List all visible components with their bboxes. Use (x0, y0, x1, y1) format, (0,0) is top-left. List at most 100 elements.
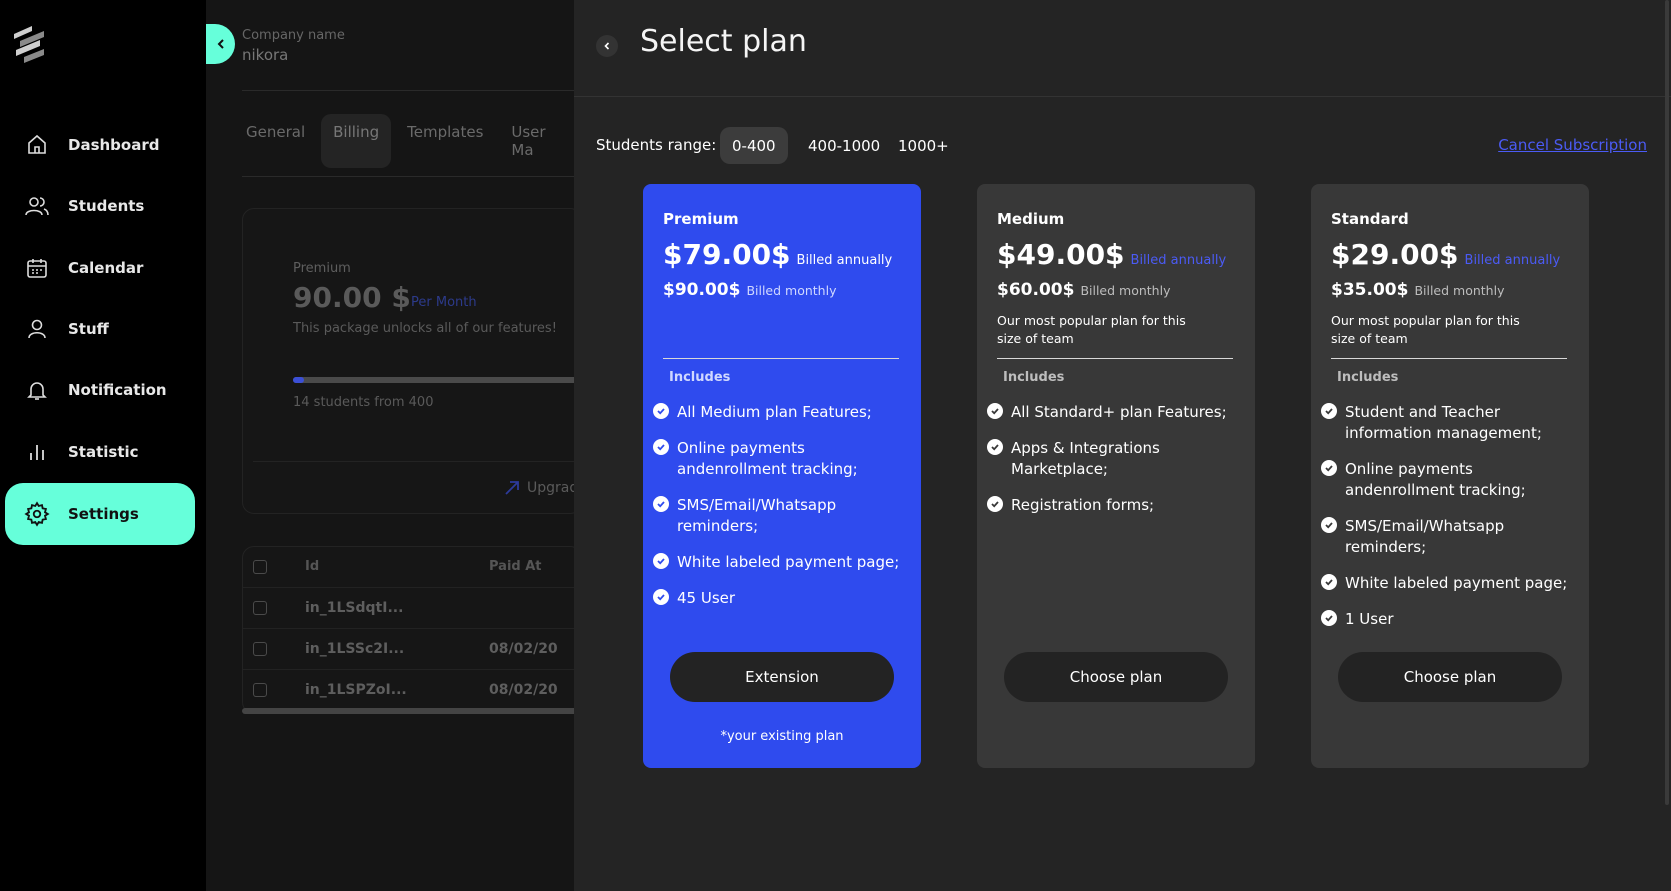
check-icon (1321, 610, 1337, 626)
chevron-left-icon (604, 42, 610, 50)
monthly-price-amount: $90.00$ (663, 280, 741, 300)
monthly-price-amount: $60.00$ (997, 280, 1075, 300)
table-horizontal-scrollbar[interactable] (242, 708, 574, 714)
invoice-id: in_1LSdqtI... (305, 600, 404, 616)
check-icon (653, 496, 669, 512)
check-icon (653, 589, 669, 605)
includes-label: Includes (669, 370, 731, 385)
tab-general[interactable]: General (234, 114, 317, 168)
includes-label: Includes (1003, 370, 1065, 385)
company-name-label: Company name (242, 28, 345, 43)
range-option-1000-plus[interactable]: 1000+ (886, 127, 961, 164)
table-row[interactable]: in_1LSSc2I... 08/02/20 (243, 629, 574, 670)
tab-billing[interactable]: Billing (321, 114, 392, 168)
check-icon (987, 403, 1003, 419)
chevron-left-icon (217, 39, 224, 49)
monthly-price: $60.00$ Billed monthly (997, 280, 1170, 300)
annual-price: $29.00$ Billed annually (1331, 238, 1560, 271)
feature-item: All Standard+ plan Features; (987, 402, 1245, 423)
monthly-price: $35.00$ Billed monthly (1331, 280, 1504, 300)
divider (253, 461, 574, 462)
feature-text: White labeled payment page; (677, 553, 900, 571)
includes-label: Includes (1337, 370, 1399, 385)
select-all-checkbox[interactable] (253, 560, 267, 574)
plan-card-medium[interactable]: Medium $49.00$ Billed annually $60.00$ B… (977, 184, 1255, 768)
students-count: 14 students from 400 (293, 395, 434, 410)
monthly-billing-note: Billed monthly (746, 283, 837, 298)
feature-item: SMS/Email/Whatsapp reminders; (653, 495, 911, 537)
row-checkbox[interactable] (253, 601, 267, 615)
app-logo (14, 26, 44, 63)
sidebar-item-label: Calendar (68, 259, 144, 277)
divider (574, 96, 1671, 97)
feature-text: All Standard+ plan Features; (1011, 403, 1227, 421)
range-option-400-1000[interactable]: 400-1000 (796, 127, 892, 164)
table-row[interactable]: in_1LSdqtI... (243, 588, 574, 629)
plan-description: Our most popular plan for this size of t… (1331, 313, 1520, 346)
sidebar-item-settings[interactable]: Settings (5, 483, 195, 545)
plan-name: Medium (997, 210, 1065, 228)
row-checkbox[interactable] (253, 642, 267, 656)
paid-at: 08/02/20 (489, 641, 558, 657)
tab-templates[interactable]: Templates (395, 114, 495, 168)
bar-chart-icon (23, 438, 51, 466)
monthly-billing-note: Billed monthly (1080, 283, 1171, 298)
row-checkbox[interactable] (253, 683, 267, 697)
sidebar-item-stuff[interactable]: Stuff (5, 298, 195, 360)
check-icon (1321, 460, 1337, 476)
feature-text: Apps & Integrations Marketplace; (1011, 439, 1160, 478)
settings-page-background: Company name nikora General Billing Temp… (206, 0, 574, 891)
check-icon (987, 496, 1003, 512)
feature-item: SMS/Email/Whatsapp reminders; (1321, 516, 1579, 558)
upgrade-button[interactable]: Upgrad (503, 479, 574, 497)
sidebar-item-dashboard[interactable]: Dashboard (5, 114, 195, 176)
feature-list: All Medium plan Features; Online payment… (653, 402, 911, 624)
divider (242, 176, 574, 177)
students-range-label: Students range: (596, 136, 717, 154)
drawer-scrollbar[interactable] (1665, 0, 1669, 805)
sidebar-item-statistic[interactable]: Statistic (5, 421, 195, 483)
monthly-price-amount: $35.00$ (1331, 280, 1409, 300)
sidebar-item-calendar[interactable]: Calendar (5, 237, 195, 299)
feature-item: 1 User (1321, 609, 1579, 630)
calendar-icon (23, 254, 51, 282)
invoices-table: Id Paid At in_1LSdqtI... in_1LSSc2I... 0… (242, 546, 574, 714)
sidebar-item-notification[interactable]: Notification (5, 359, 195, 421)
sidebar-item-label: Statistic (68, 443, 139, 461)
sidebar-item-students[interactable]: Students (5, 175, 195, 237)
plan-card-premium[interactable]: Premium $79.00$ Billed annually $90.00$ … (643, 184, 921, 768)
check-icon (987, 439, 1003, 455)
close-drawer-button[interactable] (596, 35, 618, 57)
sidebar: Dashboard Students Calendar Stuff Notifi… (0, 0, 206, 891)
annual-billing-note: Billed annually (796, 253, 893, 268)
feature-item: Student and Teacher information manageme… (1321, 402, 1579, 444)
choose-plan-button[interactable]: Choose plan (1338, 652, 1562, 702)
paid-at: 08/02/20 (489, 682, 558, 698)
check-icon (1321, 517, 1337, 533)
table-header: Id Paid At (243, 547, 574, 588)
annual-billing-note: Billed annually (1130, 253, 1227, 268)
feature-text: 1 User (1345, 610, 1394, 628)
current-plan-period: Per Month (411, 295, 477, 310)
current-plan-name: Premium (293, 261, 351, 276)
divider (242, 90, 574, 91)
choose-plan-button[interactable]: Choose plan (1004, 652, 1228, 702)
feature-text: 45 User (677, 589, 736, 607)
plan-card-standard[interactable]: Standard $29.00$ Billed annually $35.00$… (1311, 184, 1589, 768)
annual-price-amount: $29.00$ (1331, 238, 1459, 271)
table-row[interactable]: in_1LSPZoI... 08/02/20 (243, 670, 574, 711)
check-icon (653, 403, 669, 419)
feature-list: All Standard+ plan Features; Apps & Inte… (987, 402, 1245, 531)
sidebar-item-label: Dashboard (68, 136, 160, 154)
feature-text: Registration forms; (1011, 496, 1155, 514)
range-option-0-400[interactable]: 0-400 (720, 127, 788, 164)
column-header-id: Id (305, 559, 320, 574)
annual-price-amount: $49.00$ (997, 238, 1125, 271)
extension-button[interactable]: Extension (670, 652, 894, 702)
feature-text: Student and Teacher information manageme… (1345, 403, 1542, 442)
tab-user-management[interactable]: User Ma (499, 114, 574, 168)
feature-text: Online payments andenrollment tracking; (677, 439, 858, 478)
cancel-subscription-link[interactable]: Cancel Subscription (1498, 136, 1647, 154)
feature-text: White labeled payment page; (1345, 574, 1568, 592)
check-icon (1321, 403, 1337, 419)
